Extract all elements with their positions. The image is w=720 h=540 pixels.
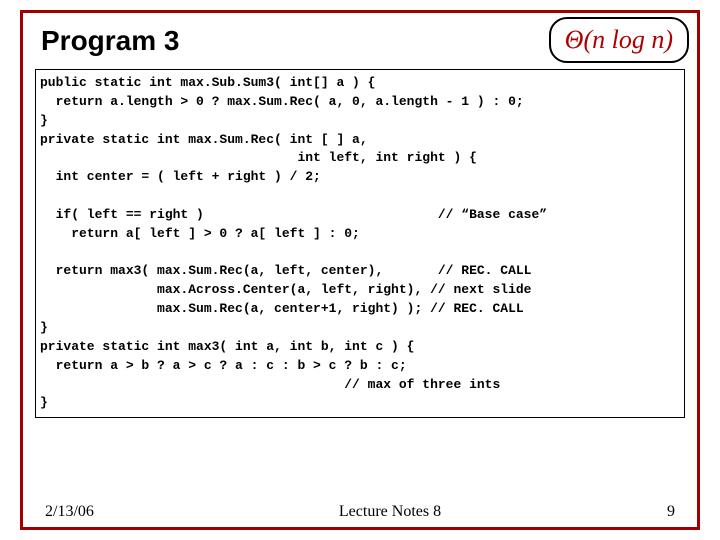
slide-header: Program 3 Θ(n log n): [23, 13, 697, 65]
footer-date: 2/13/06: [45, 503, 165, 521]
slide-footer: 2/13/06 Lecture Notes 8 9: [23, 503, 697, 521]
code-box: public static int max.Sub.Sum3( int[] a …: [35, 69, 685, 418]
slide-title: Program 3: [41, 25, 180, 57]
code-text: public static int max.Sub.Sum3( int[] a …: [40, 74, 680, 413]
footer-page-number: 9: [615, 503, 675, 521]
footer-center: Lecture Notes 8: [165, 503, 615, 521]
slide-frame: Program 3 Θ(n log n) public static int m…: [20, 10, 700, 530]
complexity-badge: Θ(n log n): [549, 17, 689, 63]
